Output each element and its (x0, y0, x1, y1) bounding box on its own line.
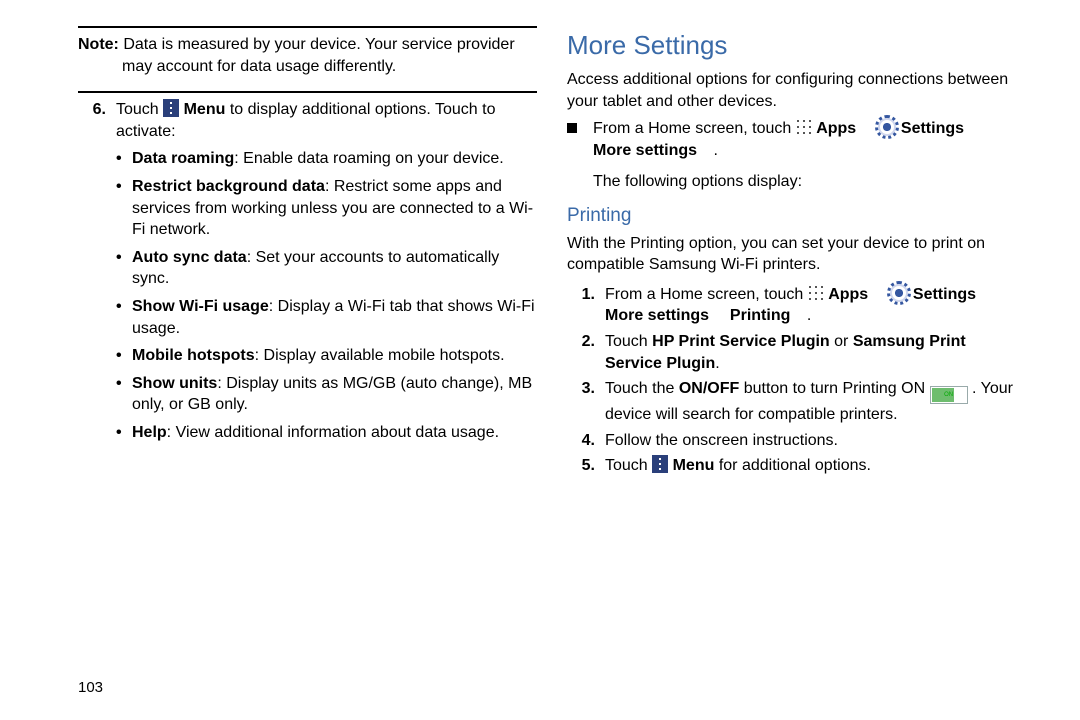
settings-icon (878, 118, 896, 136)
list-item: Mobile hotspots: Display available mobil… (116, 345, 537, 367)
list-item: Data roaming: Enable data roaming on you… (116, 148, 537, 170)
list-item: Auto sync data: Set your accounts to aut… (116, 247, 537, 290)
step-list-left: 6. Touch Menu to display additional opti… (78, 99, 537, 449)
menu-icon (163, 99, 179, 117)
printing-steps: 1. From a Home screen, touch Apps Settin… (567, 284, 1026, 477)
list-item: Help: View additional information about … (116, 422, 537, 444)
more-settings-desc: Access additional options for configurin… (567, 69, 1026, 112)
left-column: Note: Data is measured by your device. Y… (78, 26, 537, 694)
printing-desc: With the Printing option, you can set yo… (567, 233, 1026, 276)
page-number: 103 (78, 679, 103, 696)
path-more: From a Home screen, touch Apps Settings … (567, 118, 1026, 193)
step-number: 5. (567, 455, 595, 477)
term: Help (132, 424, 167, 441)
settings-label: Settings (901, 120, 964, 137)
text: button to turn Printing ON (744, 380, 930, 397)
list-item: Restrict background data: Restrict some … (116, 176, 537, 241)
desc: : Display available mobile hotspots. (255, 347, 505, 364)
option-list: Data roaming: Enable data roaming on you… (116, 148, 537, 443)
text: Touch (605, 457, 652, 474)
list-item: Show units: Display units as MG/GB (auto… (116, 373, 537, 416)
list-item: Show Wi-Fi usage: Display a Wi-Fi tab th… (116, 296, 537, 339)
note: Note: Data is measured by your device. Y… (78, 34, 537, 77)
apps-label: Apps (828, 286, 868, 303)
period: . (807, 307, 811, 324)
period: . (715, 355, 719, 372)
step-body: From a Home screen, touch Apps Settings … (605, 284, 1026, 327)
step-number: 3. (567, 378, 595, 426)
text: for additional options. (719, 457, 871, 474)
note-text-1: Data is measured by your device. Your se… (119, 36, 515, 53)
text: Touch (116, 101, 163, 118)
step-number: 6. (78, 99, 106, 449)
more-settings-label: More settings (605, 307, 709, 324)
bottom-divider (78, 91, 537, 93)
text: From a Home screen, touch (605, 286, 808, 303)
step-body: Touch Menu for additional options. (605, 455, 1026, 477)
term: Auto sync data (132, 249, 247, 266)
step-number: 1. (567, 284, 595, 327)
text: Touch the (605, 380, 679, 397)
step-body: Follow the onscreen instructions. (605, 430, 1026, 452)
step-number: 4. (567, 430, 595, 452)
step-body: Touch Menu to display additional options… (116, 99, 537, 449)
menu-label: Menu (184, 101, 226, 118)
term: Show units (132, 375, 217, 392)
on-toggle-icon: ON (930, 386, 968, 404)
term: Restrict background data (132, 178, 325, 195)
step-4: 4. Follow the onscreen instructions. (567, 430, 1026, 452)
step-5: 5. Touch Menu for additional options. (567, 455, 1026, 477)
right-column: More Settings Access additional options … (567, 26, 1026, 694)
period: . (713, 142, 717, 159)
path-body: From a Home screen, touch Apps Settings … (593, 118, 964, 193)
step-1: 1. From a Home screen, touch Apps Settin… (567, 284, 1026, 327)
step-3: 3. Touch the ON/OFF button to turn Print… (567, 378, 1026, 426)
top-divider (78, 26, 537, 28)
settings-icon (890, 284, 908, 302)
heading-printing: Printing (567, 203, 1026, 229)
step-2: 2. Touch HP Print Service Plugin or Sams… (567, 331, 1026, 374)
settings-label: Settings (913, 286, 976, 303)
manual-page: Note: Data is measured by your device. Y… (0, 0, 1080, 720)
step-number: 2. (567, 331, 595, 374)
apps-icon (808, 285, 824, 301)
heading-more-settings: More Settings (567, 28, 1026, 63)
desc: : Enable data roaming on your device. (234, 150, 504, 167)
term: Mobile hotspots (132, 347, 255, 364)
note-label: Note: (78, 36, 119, 53)
text: From a Home screen, touch (593, 120, 796, 137)
menu-icon (652, 455, 668, 473)
text: or (834, 333, 853, 350)
menu-label: Menu (673, 457, 715, 474)
step-body: Touch HP Print Service Plugin or Samsung… (605, 331, 1026, 374)
printing-label: Printing (730, 307, 790, 324)
square-bullet-icon (567, 123, 577, 133)
apps-label: Apps (816, 120, 856, 137)
apps-icon (796, 119, 812, 135)
more-settings-label: More settings (593, 142, 697, 159)
step-6: 6. Touch Menu to display additional opti… (78, 99, 537, 449)
term: Show Wi-Fi usage (132, 298, 269, 315)
step-body: Touch the ON/OFF button to turn Printing… (605, 378, 1026, 426)
note-text-2: may account for data usage differently. (122, 56, 537, 78)
hp-plugin: HP Print Service Plugin (652, 333, 830, 350)
following-text: The following options display: (593, 173, 802, 190)
term: Data roaming (132, 150, 234, 167)
desc: : View additional information about data… (167, 424, 499, 441)
onoff-label: ON/OFF (679, 380, 739, 397)
text: Touch (605, 333, 652, 350)
